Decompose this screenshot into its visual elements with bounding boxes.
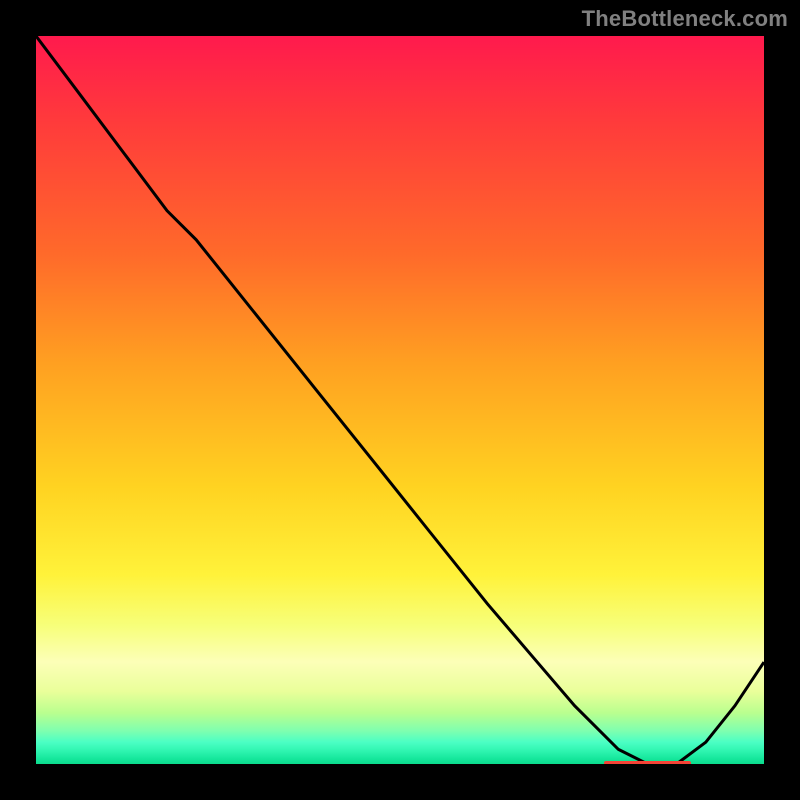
chart-frame: TheBottleneck.com (0, 0, 800, 800)
plot-area (36, 36, 764, 764)
watermark-label: TheBottleneck.com (582, 6, 788, 32)
bottleneck-curve (36, 36, 764, 764)
curve-svg (36, 36, 764, 764)
